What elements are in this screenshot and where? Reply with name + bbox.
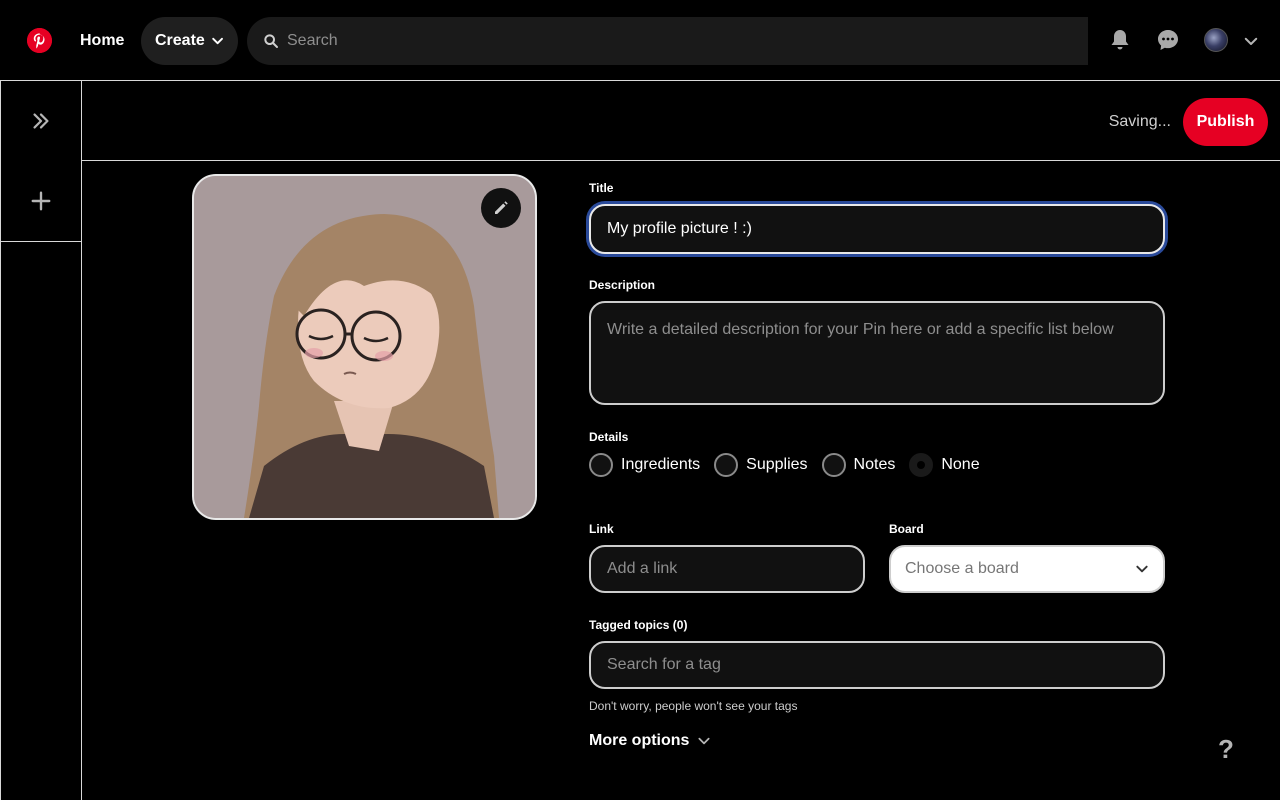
expand-sidebar-button[interactable]: [1, 81, 81, 161]
notifications-button[interactable]: [1104, 24, 1136, 56]
radio-label: Supplies: [746, 456, 808, 473]
details-label: Details: [589, 430, 629, 444]
edit-image-button[interactable]: [481, 188, 521, 228]
tag-search-input[interactable]: [589, 641, 1165, 689]
nav-home-link[interactable]: Home: [66, 17, 138, 65]
top-navigation: Home Create: [0, 0, 1280, 80]
radio-label: None: [941, 456, 980, 473]
pencil-icon: [495, 201, 508, 214]
plus-icon: [31, 191, 51, 211]
account-chevron-down-icon[interactable]: [1242, 32, 1260, 50]
double-chevron-right-icon: [33, 113, 49, 129]
avatar[interactable]: [1204, 28, 1228, 52]
radio-button[interactable]: [714, 453, 739, 477]
pin-editor-header: Saving... Publish: [82, 80, 1280, 161]
nav-create-dropdown[interactable]: Create: [141, 17, 238, 65]
chevron-down-icon: [698, 737, 710, 745]
nav-create-label: Create: [155, 32, 205, 49]
details-option-supplies[interactable]: Supplies: [714, 453, 808, 477]
description-label: Description: [589, 278, 656, 292]
pin-image-preview: [192, 174, 537, 520]
radio-button[interactable]: [589, 453, 613, 477]
title-label: Title: [589, 181, 614, 195]
board-select-dropdown[interactable]: Choose a board: [889, 545, 1165, 593]
radio-button-selected[interactable]: [909, 453, 934, 477]
search-bar[interactable]: [247, 17, 1088, 65]
details-option-notes[interactable]: Notes: [821, 453, 896, 477]
more-options-toggle[interactable]: More options: [589, 732, 711, 750]
left-sidebar: [0, 80, 82, 800]
link-input[interactable]: [589, 545, 865, 593]
pinterest-logo[interactable]: [27, 28, 52, 53]
board-label: Board: [889, 522, 924, 536]
details-option-none[interactable]: None: [909, 453, 980, 477]
sidebar-divider: [1, 241, 82, 242]
search-icon: [264, 34, 278, 48]
tagged-topics-label: Tagged topics (0): [589, 618, 688, 632]
title-input[interactable]: [589, 204, 1165, 254]
radio-label: Notes: [853, 456, 896, 473]
board-select-value: Choose a board: [905, 560, 1019, 577]
details-option-ingredients[interactable]: Ingredients: [589, 453, 700, 477]
help-button[interactable]: ?: [1218, 734, 1234, 765]
nav-home-label: Home: [80, 32, 125, 49]
add-pin-button[interactable]: [1, 161, 81, 241]
chevron-down-icon: [1136, 565, 1148, 573]
pin-illustration: [194, 176, 535, 518]
radio-button[interactable]: [821, 453, 846, 477]
chat-bubble-icon: [1158, 30, 1178, 50]
tag-hint-text: Don't worry, people won't see your tags: [589, 699, 798, 713]
description-input[interactable]: [589, 301, 1165, 405]
chevron-down-icon: [212, 37, 223, 45]
radio-label: Ingredients: [621, 456, 701, 473]
save-status-text: Saving...: [1108, 113, 1171, 130]
messages-button[interactable]: [1152, 24, 1184, 56]
publish-button[interactable]: Publish: [1183, 98, 1268, 146]
more-options-label: More options: [589, 732, 690, 749]
link-label: Link: [589, 522, 614, 536]
bell-icon: [1111, 30, 1129, 50]
search-input[interactable]: [287, 32, 1047, 50]
details-radio-group: Ingredients Supplies Notes None: [589, 453, 994, 477]
